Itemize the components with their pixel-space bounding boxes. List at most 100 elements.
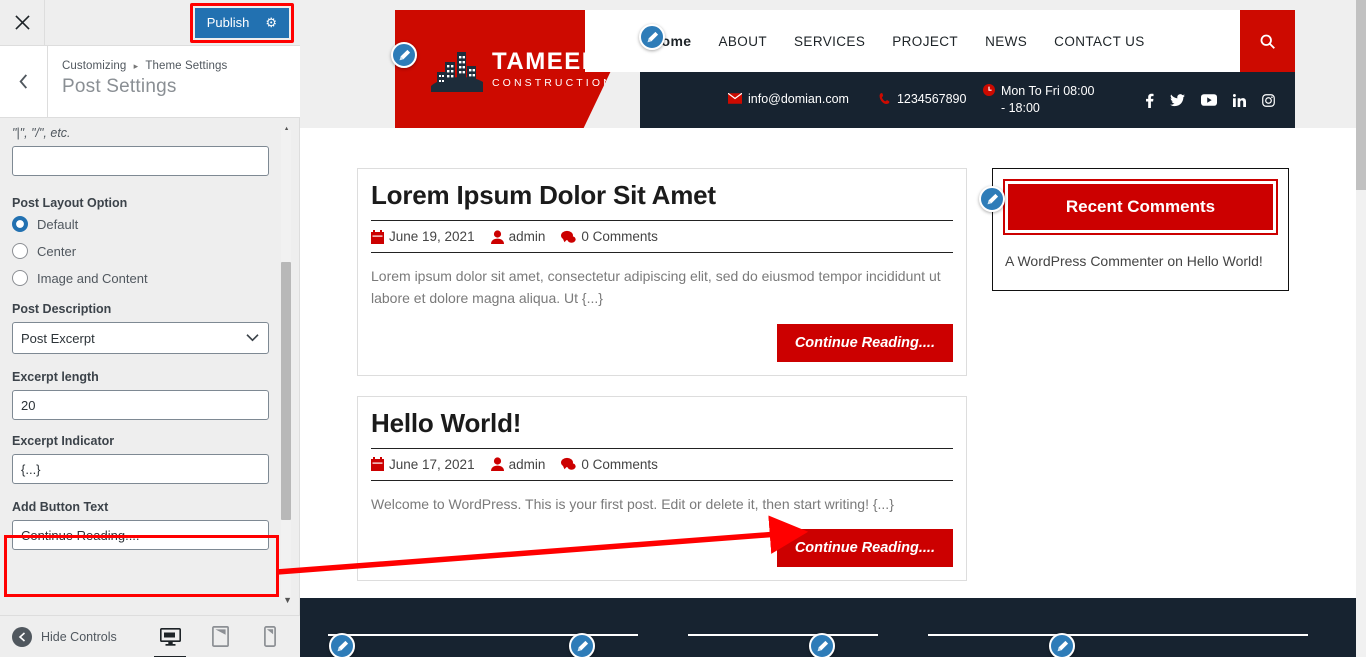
- add-button-text-highlight-box: [4, 535, 279, 597]
- post-card: Hello World! June 17, 2021 admin 0 Comme…: [357, 395, 967, 582]
- excerpt-indicator-label: Excerpt Indicator: [12, 434, 115, 448]
- nav-links: Home ABOUT SERVICES PROJECT NEWS CONTACT…: [651, 33, 1145, 49]
- post-author-text: admin: [508, 229, 546, 244]
- post-date-text: June 19, 2021: [389, 229, 475, 244]
- post-description-select[interactable]: Post Excerpt: [12, 322, 269, 354]
- nav-item-project[interactable]: PROJECT: [892, 34, 958, 49]
- breadcrumb: Customizing ▸ Theme Settings: [62, 60, 227, 72]
- radio-option-image-and-content[interactable]: Image and Content: [12, 270, 276, 286]
- instagram-icon[interactable]: [1262, 93, 1275, 107]
- post-title[interactable]: Lorem Ipsum Dolor Sit Amet: [371, 180, 953, 220]
- nav-item-about[interactable]: ABOUT: [719, 34, 768, 49]
- contact-phone-text: 1234567890: [896, 91, 967, 106]
- collapse-icon: [12, 626, 32, 647]
- device-desktop-button[interactable]: [154, 622, 186, 657]
- widget-body[interactable]: A WordPress Commenter on Hello World!: [1005, 233, 1276, 272]
- close-customizer-button[interactable]: [0, 0, 45, 45]
- post-excerpt: Welcome to WordPress. This is your first…: [371, 495, 894, 512]
- edit-footer-pencil-icon[interactable]: [1049, 633, 1075, 657]
- continue-reading-button[interactable]: Continue Reading....: [776, 323, 953, 362]
- post-comments-text: 0 Comments: [581, 229, 658, 244]
- opening-hours: Mon To Fri 08:00 - 18:00: [982, 83, 1095, 117]
- content-inner: Lorem Ipsum Dolor Sit Amet June 19, 2021…: [357, 168, 1297, 601]
- post-title[interactable]: Hello World!: [371, 408, 953, 448]
- radio-option-default[interactable]: Default: [12, 216, 276, 232]
- device-mobile-button[interactable]: [258, 622, 282, 652]
- separator-input[interactable]: [12, 146, 269, 176]
- edit-footer-pencil-icon[interactable]: [329, 633, 355, 657]
- post-comments: 0 Comments: [561, 229, 658, 244]
- customizer-panel: Publish ⚙ Customizing ▸ Theme Settings P…: [0, 0, 300, 657]
- customizer-scrollbar-thumb[interactable]: [281, 262, 291, 520]
- preview-scrollbar-thumb[interactable]: [1356, 0, 1366, 190]
- preview-scrollbar[interactable]: [1356, 0, 1366, 657]
- post-date: June 19, 2021: [371, 229, 475, 244]
- preview-pane: TAMEER CONSTRUCTION Home ABOUT SERVICES …: [300, 0, 1366, 657]
- footer-rule: [1118, 634, 1308, 636]
- youtube-icon[interactable]: [1201, 94, 1217, 106]
- phone-icon: [879, 92, 891, 110]
- brand-tagline: CONSTRUCTION: [492, 76, 614, 89]
- widget-title: Recent Comments: [1003, 179, 1278, 235]
- post-date: June 17, 2021: [371, 457, 475, 472]
- nav-item-contact-us[interactable]: CONTACT US: [1054, 34, 1145, 49]
- edit-footer-pencil-icon[interactable]: [569, 633, 595, 657]
- post-action-row: Continue Reading....: [371, 323, 953, 362]
- twitter-icon[interactable]: [1170, 93, 1185, 107]
- contact-email[interactable]: info@domian.com: [727, 91, 849, 109]
- search-button[interactable]: [1240, 10, 1295, 72]
- sidebar-column: Recent Comments A WordPress Commenter on…: [992, 168, 1289, 601]
- site-header: TAMEER CONSTRUCTION Home ABOUT SERVICES …: [395, 10, 1295, 128]
- screen: TAMEER CONSTRUCTION Home ABOUT SERVICES …: [0, 0, 1366, 657]
- excerpt-length-input[interactable]: 20: [12, 390, 269, 420]
- publish-button[interactable]: Publish ⚙: [194, 7, 289, 38]
- building-icon: [431, 52, 483, 92]
- gear-icon[interactable]: ⚙: [265, 15, 277, 31]
- hide-controls-label: Hide Controls: [41, 629, 117, 644]
- chevron-left-icon: [19, 74, 28, 89]
- radio-label: Center: [37, 243, 77, 259]
- post-author-text: admin: [508, 456, 546, 472]
- scroll-down-arrow-icon[interactable]: ▼: [283, 595, 292, 605]
- post-excerpt: Lorem ipsum dolor sit amet, consectetur …: [371, 268, 941, 307]
- nav-item-services[interactable]: SERVICES: [794, 34, 865, 49]
- contact-phone[interactable]: 1234567890: [879, 91, 971, 110]
- radio-option-center[interactable]: Center: [12, 243, 276, 259]
- post-comments-text: 0 Comments: [581, 456, 658, 472]
- post-layout-control: Post Layout Option Default Center Image …: [12, 196, 276, 286]
- social-links: [1145, 93, 1295, 108]
- post-description-control: Post Description Post Excerpt: [12, 302, 276, 354]
- edit-menu-pencil-icon[interactable]: [639, 24, 665, 50]
- back-button[interactable]: [0, 46, 48, 117]
- footer-rule: [928, 634, 1118, 636]
- site-header-area: TAMEER CONSTRUCTION Home ABOUT SERVICES …: [395, 10, 1295, 128]
- radio-label: Image and Content: [37, 270, 148, 286]
- linkedin-icon[interactable]: [1233, 93, 1246, 107]
- breadcrumb-root[interactable]: Customizing: [62, 60, 126, 72]
- edit-logo-pencil-icon[interactable]: [391, 42, 417, 68]
- desktop-icon: [159, 627, 181, 646]
- facebook-icon[interactable]: [1145, 93, 1154, 108]
- user-icon: [490, 457, 504, 472]
- radio-icon: [12, 270, 28, 286]
- continue-reading-button[interactable]: Continue Reading....: [776, 529, 953, 568]
- edit-footer-pencil-icon[interactable]: [809, 633, 835, 657]
- header-info-bar: info@domian.com 1234567890 Mon To Fri 08…: [640, 72, 1295, 128]
- device-tablet-button[interactable]: [208, 622, 232, 652]
- separator-helper-text: "|", "/", etc.: [12, 126, 71, 140]
- page-title: Post Settings: [62, 76, 177, 97]
- mail-icon: [727, 92, 743, 109]
- post-card: Lorem Ipsum Dolor Sit Amet June 19, 2021…: [357, 168, 967, 376]
- clock-icon: [982, 84, 995, 101]
- nav-item-news[interactable]: NEWS: [985, 34, 1027, 49]
- separator-control: "|", "/", etc.: [12, 126, 276, 176]
- calendar-icon: [371, 229, 384, 244]
- hide-controls-button[interactable]: Hide Controls: [12, 626, 117, 647]
- customizer-header: Publish ⚙: [0, 0, 300, 46]
- breadcrumb-parent[interactable]: Theme Settings: [145, 60, 227, 72]
- search-icon: [1260, 34, 1275, 49]
- edit-widget-pencil-icon[interactable]: [979, 186, 1005, 212]
- footer-rule: [448, 634, 638, 636]
- recent-comments-widget: Recent Comments A WordPress Commenter on…: [992, 168, 1289, 291]
- excerpt-indicator-input[interactable]: {...}: [12, 454, 269, 484]
